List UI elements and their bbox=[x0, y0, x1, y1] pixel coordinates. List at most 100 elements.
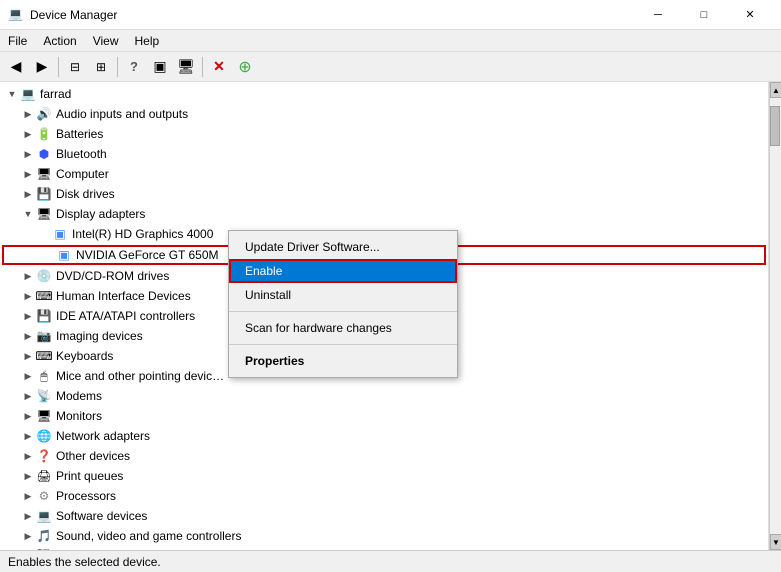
expand-audio[interactable]: ▶ bbox=[20, 106, 36, 122]
expand-bluetooth[interactable]: ▶ bbox=[20, 146, 36, 162]
tree-item-sound[interactable]: ▶ 🎵 Sound, video and game controllers bbox=[0, 526, 768, 546]
tree-item-processors[interactable]: ▶ ⚙ Processors bbox=[0, 486, 768, 506]
computer-icon: 🖥 bbox=[36, 166, 52, 182]
ctx-scan[interactable]: Scan for hardware changes bbox=[229, 316, 457, 340]
tree-item-print[interactable]: ▶ 🖨 Print queues bbox=[0, 466, 768, 486]
expand-mice[interactable]: ▶ bbox=[20, 368, 36, 384]
expand-intel bbox=[36, 226, 52, 242]
expand-print[interactable]: ▶ bbox=[20, 468, 36, 484]
toolbar-expand[interactable]: ⊞ bbox=[89, 55, 113, 79]
tree-item-modems[interactable]: ▶ 📡 Modems bbox=[0, 386, 768, 406]
menu-action[interactable]: Action bbox=[35, 30, 84, 52]
menu-view[interactable]: View bbox=[85, 30, 127, 52]
tree-item-storage[interactable]: ▶ 💾 Storage controllers bbox=[0, 546, 768, 550]
network-label: Network adapters bbox=[56, 429, 150, 443]
print-icon: 🖨 bbox=[36, 468, 52, 484]
displayadapters-icon: 🖥 bbox=[36, 206, 52, 222]
expand-keyboards[interactable]: ▶ bbox=[20, 348, 36, 364]
app-icon: 💻 bbox=[8, 7, 24, 23]
tree-item-monitors[interactable]: ▶ 🖥 Monitors bbox=[0, 406, 768, 426]
tree-item-displayadapters[interactable]: ▼ 🖥 Display adapters bbox=[0, 204, 768, 224]
tree-item-bluetooth[interactable]: ▶ ⬢ Bluetooth bbox=[0, 144, 768, 164]
nvidia-label: NVIDIA GeForce GT 650M bbox=[76, 248, 219, 262]
modems-label: Modems bbox=[56, 389, 102, 403]
toolbar-divider-2 bbox=[117, 57, 118, 77]
toolbar-forward[interactable]: ▶ bbox=[30, 55, 54, 79]
expand-ide[interactable]: ▶ bbox=[20, 308, 36, 324]
ctx-update[interactable]: Update Driver Software... bbox=[229, 235, 457, 259]
processors-icon: ⚙ bbox=[36, 488, 52, 504]
ide-label: IDE ATA/ATAPI controllers bbox=[56, 309, 195, 323]
software-icon: 💻 bbox=[36, 508, 52, 524]
toolbar-divider-1 bbox=[58, 57, 59, 77]
toolbar-display[interactable]: 🖥 bbox=[174, 55, 198, 79]
expand-dvd[interactable]: ▶ bbox=[20, 268, 36, 284]
hid-icon: ⌨ bbox=[36, 288, 52, 304]
audio-label: Audio inputs and outputs bbox=[56, 107, 188, 121]
title-bar: 💻 Device Manager ─ □ ✕ bbox=[0, 0, 781, 30]
toolbar-divider-3 bbox=[202, 57, 203, 77]
ctx-properties[interactable]: Properties bbox=[229, 349, 457, 373]
toolbar-properties[interactable]: ▣ bbox=[148, 55, 172, 79]
tree-item-other[interactable]: ▶ ❓ Other devices bbox=[0, 446, 768, 466]
expand-diskdrives[interactable]: ▶ bbox=[20, 186, 36, 202]
mice-label: Mice and other pointing devic… bbox=[56, 369, 224, 383]
print-label: Print queues bbox=[56, 469, 123, 483]
scroll-down-btn[interactable]: ▼ bbox=[770, 534, 781, 550]
batteries-label: Batteries bbox=[56, 127, 103, 141]
close-button[interactable]: ✕ bbox=[727, 0, 773, 30]
expand-hid[interactable]: ▶ bbox=[20, 288, 36, 304]
sound-icon: 🎵 bbox=[36, 528, 52, 544]
toolbar-add[interactable]: ⊕ bbox=[233, 55, 257, 79]
monitors-label: Monitors bbox=[56, 409, 102, 423]
menu-file[interactable]: File bbox=[0, 30, 35, 52]
scroll-track[interactable] bbox=[770, 98, 781, 534]
tree-item-software[interactable]: ▶ 💻 Software devices bbox=[0, 506, 768, 526]
displayadapters-label: Display adapters bbox=[56, 207, 145, 221]
toolbar-help[interactable]: ? bbox=[122, 55, 146, 79]
nvidia-icon: ▣ bbox=[56, 247, 72, 263]
minimize-button[interactable]: ─ bbox=[635, 0, 681, 30]
bluetooth-icon: ⬢ bbox=[36, 146, 52, 162]
tree-item-diskdrives[interactable]: ▶ 💾 Disk drives bbox=[0, 184, 768, 204]
tree-root[interactable]: ▼ 💻 farrad bbox=[0, 84, 768, 104]
tree-item-computer[interactable]: ▶ 🖥 Computer bbox=[0, 164, 768, 184]
scroll-thumb[interactable] bbox=[770, 106, 780, 146]
dvd-icon: 💿 bbox=[36, 268, 52, 284]
expand-imaging[interactable]: ▶ bbox=[20, 328, 36, 344]
device-tree[interactable]: ▼ 💻 farrad ▶ 🔊 Audio inputs and outputs … bbox=[0, 82, 769, 550]
expand-processors[interactable]: ▶ bbox=[20, 488, 36, 504]
tree-item-batteries[interactable]: ▶ 🔋 Batteries bbox=[0, 124, 768, 144]
tree-item-audio[interactable]: ▶ 🔊 Audio inputs and outputs bbox=[0, 104, 768, 124]
toolbar-collapse[interactable]: ⊟ bbox=[63, 55, 87, 79]
expand-displayadapters[interactable]: ▼ bbox=[20, 206, 36, 222]
menu-help[interactable]: Help bbox=[127, 30, 168, 52]
expand-sound[interactable]: ▶ bbox=[20, 528, 36, 544]
expand-monitors[interactable]: ▶ bbox=[20, 408, 36, 424]
expand-software[interactable]: ▶ bbox=[20, 508, 36, 524]
status-bar: Enables the selected device. bbox=[0, 550, 781, 572]
tree-item-network[interactable]: ▶ 🌐 Network adapters bbox=[0, 426, 768, 446]
intel-icon: ▣ bbox=[52, 226, 68, 242]
expand-root[interactable]: ▼ bbox=[4, 86, 20, 102]
expand-modems[interactable]: ▶ bbox=[20, 388, 36, 404]
software-label: Software devices bbox=[56, 509, 147, 523]
main-container: ▼ 💻 farrad ▶ 🔊 Audio inputs and outputs … bbox=[0, 82, 781, 550]
ctx-uninstall[interactable]: Uninstall bbox=[229, 283, 457, 307]
ctx-enable[interactable]: Enable bbox=[229, 259, 457, 283]
expand-other[interactable]: ▶ bbox=[20, 448, 36, 464]
other-icon: ❓ bbox=[36, 448, 52, 464]
diskdrives-icon: 💾 bbox=[36, 186, 52, 202]
toolbar-back[interactable]: ◀ bbox=[4, 55, 28, 79]
expand-storage[interactable]: ▶ bbox=[20, 548, 36, 550]
maximize-button[interactable]: □ bbox=[681, 0, 727, 30]
other-label: Other devices bbox=[56, 449, 130, 463]
expand-batteries[interactable]: ▶ bbox=[20, 126, 36, 142]
expand-network[interactable]: ▶ bbox=[20, 428, 36, 444]
vertical-scrollbar[interactable]: ▲ ▼ bbox=[769, 82, 781, 550]
expand-computer[interactable]: ▶ bbox=[20, 166, 36, 182]
scroll-up-btn[interactable]: ▲ bbox=[770, 82, 781, 98]
processors-label: Processors bbox=[56, 489, 116, 503]
mice-icon: 🖱 bbox=[36, 368, 52, 384]
toolbar-uninstall[interactable]: ✕ bbox=[207, 55, 231, 79]
